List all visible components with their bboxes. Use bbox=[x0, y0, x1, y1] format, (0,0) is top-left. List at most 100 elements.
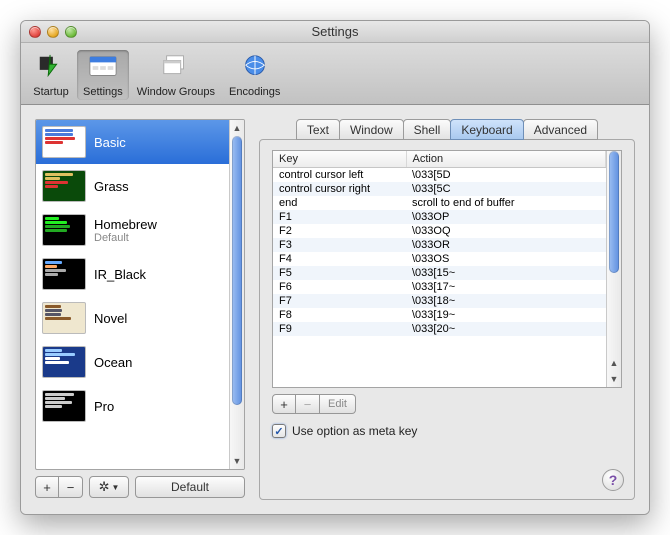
scroll-track[interactable] bbox=[607, 151, 621, 355]
profile-row[interactable]: Ocean bbox=[36, 340, 229, 384]
profile-list[interactable]: Basic Grass HomebrewDefault IR_Black Novel Oc… bbox=[35, 119, 245, 470]
action-cell: \033[18~ bbox=[406, 294, 606, 308]
tab-keyboard[interactable]: Keyboard bbox=[450, 119, 523, 140]
minimize-button[interactable] bbox=[47, 26, 59, 38]
scrollbar[interactable]: ▲ ▼ bbox=[606, 151, 621, 387]
profile-row[interactable]: Basic bbox=[36, 120, 229, 164]
titlebar: Settings bbox=[21, 21, 649, 43]
traffic-lights bbox=[29, 26, 77, 38]
profile-name: Homebrew bbox=[94, 217, 157, 232]
scroll-up-icon[interactable]: ▲ bbox=[607, 355, 621, 371]
key-cell: F7 bbox=[273, 294, 406, 308]
scroll-track[interactable] bbox=[230, 136, 244, 453]
toolbar-settings[interactable]: Settings bbox=[77, 50, 129, 100]
profile-name: Ocean bbox=[94, 355, 132, 370]
key-cell: F3 bbox=[273, 238, 406, 252]
tab-text[interactable]: Text bbox=[296, 119, 340, 140]
key-cell: F2 bbox=[273, 224, 406, 238]
column-key[interactable]: Key bbox=[273, 151, 406, 168]
action-cell: \033OP bbox=[406, 210, 606, 224]
profile-thumbnail bbox=[42, 214, 86, 246]
key-cell: control cursor left bbox=[273, 168, 406, 183]
profile-name: Basic bbox=[94, 135, 126, 150]
profile-thumbnail bbox=[42, 126, 86, 158]
keybindings-table[interactable]: Key Action control cursor left\033[5Dcon… bbox=[272, 150, 622, 388]
column-action[interactable]: Action bbox=[406, 151, 606, 168]
profile-name: IR_Black bbox=[94, 267, 146, 282]
profile-actions-button[interactable]: ✲ ▼ bbox=[89, 476, 129, 498]
table-row[interactable]: F5\033[15~ bbox=[273, 266, 606, 280]
profile-thumbnail bbox=[42, 390, 86, 422]
pane-box: Key Action control cursor left\033[5Dcon… bbox=[259, 139, 635, 500]
chevron-down-icon: ▼ bbox=[111, 483, 119, 492]
profile-subtitle: Default bbox=[94, 232, 157, 244]
table-row[interactable]: F4\033OS bbox=[273, 252, 606, 266]
table-row[interactable]: endscroll to end of buffer bbox=[273, 196, 606, 210]
table-row[interactable]: F6\033[17~ bbox=[273, 280, 606, 294]
tab-shell[interactable]: Shell bbox=[403, 119, 452, 140]
table-row[interactable]: F1\033OP bbox=[273, 210, 606, 224]
remove-keybinding-button[interactable]: − bbox=[296, 394, 320, 414]
key-cell: F1 bbox=[273, 210, 406, 224]
scroll-thumb[interactable] bbox=[609, 151, 619, 273]
encodings-icon bbox=[239, 52, 271, 84]
zoom-button[interactable] bbox=[65, 26, 77, 38]
key-cell: F6 bbox=[273, 280, 406, 294]
add-profile-button[interactable]: + bbox=[35, 476, 59, 498]
action-cell: \033[19~ bbox=[406, 308, 606, 322]
window-title: Settings bbox=[21, 24, 649, 39]
scroll-up-icon[interactable]: ▲ bbox=[230, 120, 244, 136]
table-row[interactable]: F8\033[19~ bbox=[273, 308, 606, 322]
profile-row[interactable]: Pro bbox=[36, 384, 229, 428]
key-cell: F5 bbox=[273, 266, 406, 280]
toolbar-encodings[interactable]: Encodings bbox=[223, 50, 286, 100]
edit-keybinding-button[interactable]: Edit bbox=[320, 394, 356, 414]
tab-window[interactable]: Window bbox=[339, 119, 404, 140]
set-default-button[interactable]: Default bbox=[135, 476, 245, 498]
profile-row[interactable]: IR_Black bbox=[36, 252, 229, 296]
profile-thumbnail bbox=[42, 302, 86, 334]
action-cell: \033[17~ bbox=[406, 280, 606, 294]
remove-profile-button[interactable]: − bbox=[59, 476, 83, 498]
toolbar-label: Settings bbox=[83, 86, 123, 98]
scroll-thumb[interactable] bbox=[232, 136, 242, 405]
profile-thumbnail bbox=[42, 170, 86, 202]
toolbar: Startup Settings Window Groups Encodings bbox=[21, 43, 649, 105]
table-row[interactable]: control cursor right\033[5C bbox=[273, 182, 606, 196]
action-cell: scroll to end of buffer bbox=[406, 196, 606, 210]
option-meta-row[interactable]: ✓ Use option as meta key bbox=[272, 424, 622, 438]
settings-pane: TextWindowShellKeyboardAdvanced Key Acti… bbox=[259, 119, 635, 500]
table-buttons: + − Edit bbox=[272, 394, 622, 414]
profile-row[interactable]: Grass bbox=[36, 164, 229, 208]
profile-row[interactable]: HomebrewDefault bbox=[36, 208, 229, 252]
action-cell: \033[15~ bbox=[406, 266, 606, 280]
profile-row[interactable]: Novel bbox=[36, 296, 229, 340]
scrollbar[interactable]: ▲ ▼ bbox=[229, 120, 244, 469]
tab-bar: TextWindowShellKeyboardAdvanced bbox=[259, 119, 635, 140]
table-row[interactable]: F9\033[20~ bbox=[273, 322, 606, 336]
gear-icon: ✲ bbox=[99, 479, 110, 495]
tab-advanced[interactable]: Advanced bbox=[523, 119, 598, 140]
action-cell: \033[5D bbox=[406, 168, 606, 183]
close-button[interactable] bbox=[29, 26, 41, 38]
table-row[interactable]: control cursor left\033[5D bbox=[273, 168, 606, 183]
option-meta-checkbox[interactable]: ✓ bbox=[272, 424, 286, 438]
table-row[interactable]: F3\033OR bbox=[273, 238, 606, 252]
table-row[interactable]: F7\033[18~ bbox=[273, 294, 606, 308]
startup-icon bbox=[35, 52, 67, 84]
add-keybinding-button[interactable]: + bbox=[272, 394, 296, 414]
table-row[interactable]: F2\033OQ bbox=[273, 224, 606, 238]
key-cell: control cursor right bbox=[273, 182, 406, 196]
toolbar-label: Encodings bbox=[229, 86, 280, 98]
scroll-down-icon[interactable]: ▼ bbox=[607, 371, 621, 387]
action-cell: \033OQ bbox=[406, 224, 606, 238]
toolbar-startup[interactable]: Startup bbox=[27, 50, 75, 100]
action-cell: \033[5C bbox=[406, 182, 606, 196]
toolbar-window-groups[interactable]: Window Groups bbox=[131, 50, 221, 100]
profile-name: Grass bbox=[94, 179, 129, 194]
action-cell: \033OS bbox=[406, 252, 606, 266]
key-cell: F8 bbox=[273, 308, 406, 322]
help-button[interactable]: ? bbox=[602, 469, 624, 491]
scroll-down-icon[interactable]: ▼ bbox=[230, 453, 244, 469]
action-cell: \033[20~ bbox=[406, 322, 606, 336]
